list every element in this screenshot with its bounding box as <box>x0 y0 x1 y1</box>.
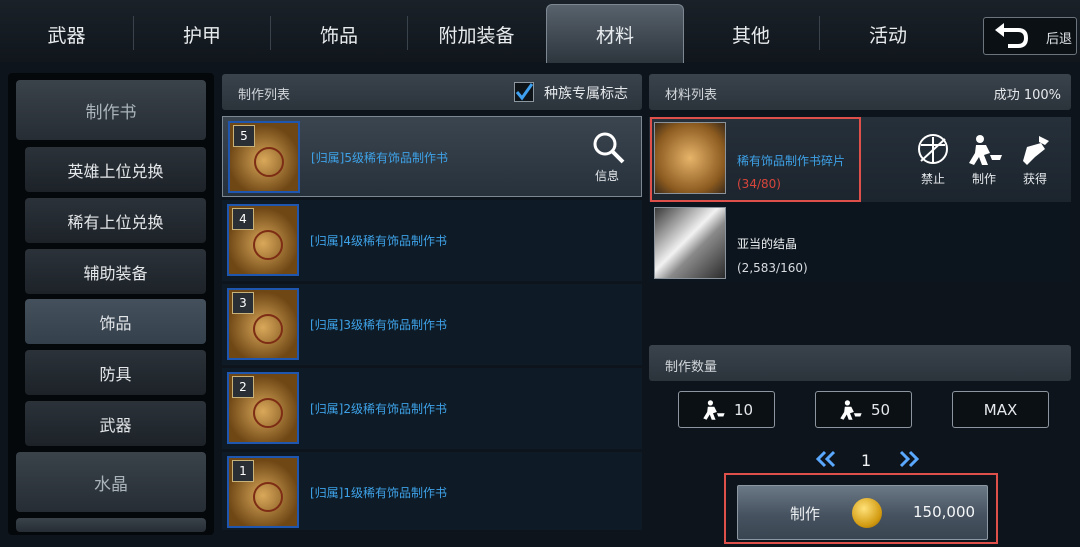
scroll-item-icon: 2 <box>227 372 299 444</box>
ban-label: 禁止 <box>920 172 945 186</box>
sub-rare-upgrade[interactable]: 稀有上位兑换 <box>25 198 206 243</box>
item-level: 1 <box>232 460 254 482</box>
tab-extra-equipment[interactable]: 附加装备 <box>408 6 545 62</box>
success-rate: 成功 100% <box>993 88 1061 103</box>
magnifier-icon <box>593 132 625 164</box>
craft-list-header: 制作列表 种族专属标志 <box>222 74 642 110</box>
craft-highlight-box <box>724 473 998 544</box>
item-level: 2 <box>232 376 254 398</box>
item-level: 4 <box>232 208 254 230</box>
scroll-item-icon: 5 <box>228 121 300 193</box>
quantity-max-button[interactable]: MAX <box>952 391 1049 428</box>
back-label: 后退 <box>1046 32 1073 47</box>
tab-accessories[interactable]: 饰品 <box>271 6 407 62</box>
blacksmith-icon <box>840 399 862 420</box>
scroll-item-icon: 3 <box>227 288 299 360</box>
category-next[interactable] <box>16 518 206 532</box>
material-list-title: 材料列表 <box>665 88 718 103</box>
checkmark-icon <box>515 83 534 101</box>
obtain-label: 获得 <box>1022 172 1047 186</box>
seal-icon <box>253 398 283 428</box>
quantity-max-label: MAX <box>983 400 1018 419</box>
obtain-button[interactable]: 获得 <box>1015 133 1055 187</box>
craft-material-label: 制作 <box>971 172 996 186</box>
tab-others[interactable]: 其他 <box>683 6 819 62</box>
quantity-50-button[interactable]: 50 <box>815 391 912 428</box>
sub-auxiliary-equipment[interactable]: 辅助装备 <box>25 249 206 294</box>
race-flag-label: 种族专属标志 <box>544 86 628 102</box>
craft-item-row[interactable]: 3 [归属]3级稀有饰品制作书 <box>222 284 642 365</box>
crystal-icon <box>654 207 726 279</box>
double-chevron-left-icon <box>815 450 836 468</box>
tab-events[interactable]: 活动 <box>820 6 956 62</box>
blacksmith-icon <box>703 399 725 420</box>
material-count: (2,583/160) <box>737 261 808 275</box>
tab-armor[interactable]: 护甲 <box>134 6 270 62</box>
back-button[interactable]: 后退 <box>983 17 1077 55</box>
item-name: [归属]2级稀有饰品制作书 <box>310 402 447 416</box>
page-number: 1 <box>861 451 872 470</box>
back-arrow-icon <box>995 23 1029 48</box>
seal-icon <box>253 482 283 512</box>
quantity-50-label: 50 <box>870 400 891 419</box>
material-highlight-box <box>650 117 861 202</box>
quantity-title: 制作数量 <box>665 360 718 375</box>
craft-item-row[interactable]: 4 [归属]4级稀有饰品制作书 <box>222 200 642 281</box>
seal-icon <box>254 147 284 177</box>
craft-material-button[interactable]: 制作 <box>964 133 1004 187</box>
sub-accessories[interactable]: 饰品 <box>25 299 206 344</box>
category-craft-book[interactable]: 制作书 <box>16 80 206 140</box>
obtain-icon <box>1023 136 1049 165</box>
info-button[interactable]: 信息 <box>589 131 629 183</box>
sub-hero-upgrade[interactable]: 英雄上位兑换 <box>25 147 206 192</box>
tab-materials[interactable]: 材料 <box>546 4 684 63</box>
category-crystal[interactable]: 水晶 <box>16 452 206 512</box>
scroll-item-icon: 4 <box>227 204 299 276</box>
item-level: 5 <box>233 125 255 147</box>
material-name: 亚当的结晶 <box>737 237 798 251</box>
sub-weapons[interactable]: 武器 <box>25 401 206 446</box>
info-label: 信息 <box>595 169 620 183</box>
quantity-10-button[interactable]: 10 <box>678 391 775 428</box>
sub-armor[interactable]: 防具 <box>25 350 206 395</box>
quantity-10-label: 10 <box>733 400 754 419</box>
craft-item-row[interactable]: 5 [归属]5级稀有饰品制作书 信息 <box>222 116 642 197</box>
race-flag-checkbox[interactable] <box>514 82 534 102</box>
page-prev-button[interactable] <box>815 450 837 472</box>
quantity-header: 制作数量 <box>649 345 1071 381</box>
item-name: [归属]1级稀有饰品制作书 <box>310 486 447 500</box>
tab-weapons[interactable]: 武器 <box>0 6 133 62</box>
item-name: [归属]5级稀有饰品制作书 <box>311 151 448 165</box>
material-list-header: 材料列表 成功 100% <box>649 74 1071 110</box>
ban-button[interactable]: 禁止 <box>913 133 953 187</box>
item-name: [归属]3级稀有饰品制作书 <box>310 318 447 332</box>
page-next-button[interactable] <box>898 450 920 472</box>
double-chevron-right-icon <box>899 450 920 468</box>
scroll-item-icon: 1 <box>227 456 299 528</box>
craft-list-title: 制作列表 <box>238 88 291 103</box>
seal-icon <box>253 314 283 344</box>
material-row[interactable]: 亚当的结晶 (2,583/160) <box>649 202 1071 282</box>
craft-item-row[interactable]: 1 [归属]1级稀有饰品制作书 <box>222 452 642 530</box>
blacksmith-icon <box>969 135 1002 165</box>
item-name: [归属]4级稀有饰品制作书 <box>310 234 447 248</box>
item-level: 3 <box>232 292 254 314</box>
craft-item-row[interactable]: 2 [归属]2级稀有饰品制作书 <box>222 368 642 449</box>
seal-icon <box>253 230 283 260</box>
scale-icon <box>918 134 948 164</box>
